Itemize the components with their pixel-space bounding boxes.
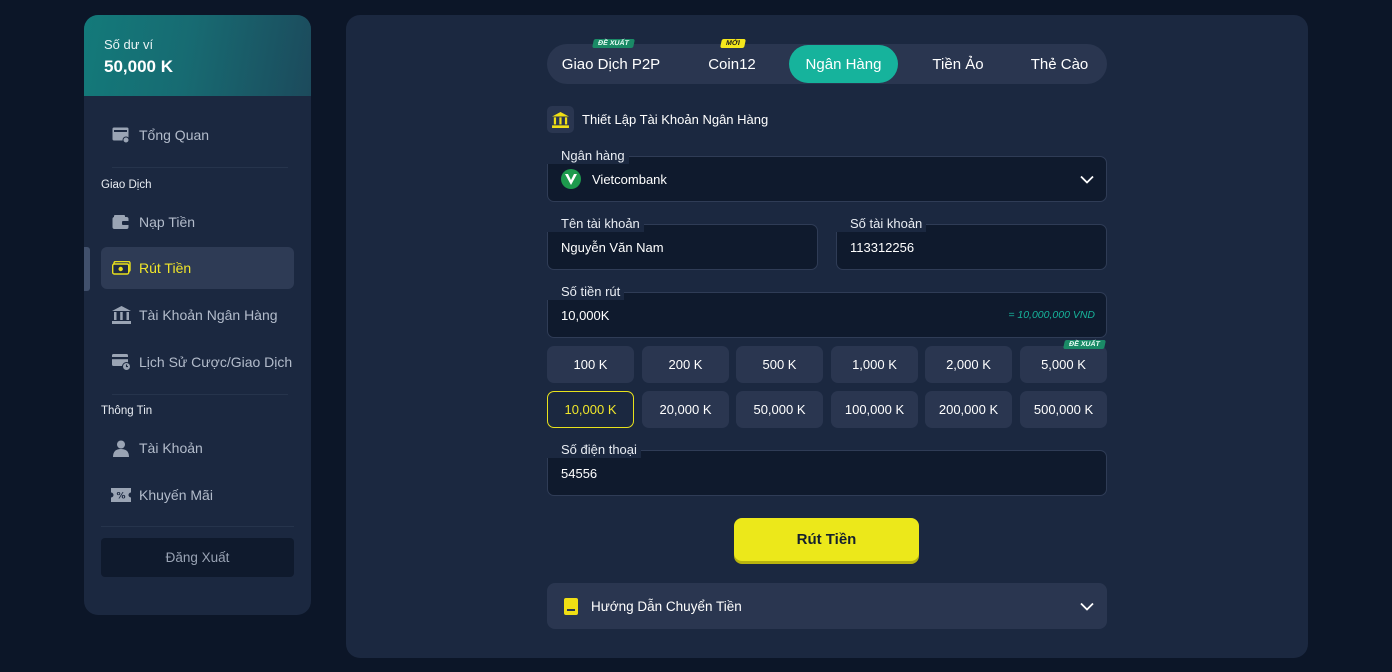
tab-label: Ngân Hàng [805, 55, 882, 73]
chevron-down-icon [1080, 172, 1094, 187]
sidebar-item-history[interactable]: Lịch Sử Cược/Giao Dịch [101, 341, 294, 383]
svg-text:%: % [116, 492, 125, 502]
amount-preset-button[interactable]: 1,000 K [831, 346, 918, 383]
balance-value: 50,000 K [104, 57, 173, 76]
sidebar-item-label: Lịch Sử Cược/Giao Dịch [139, 354, 293, 370]
recommended-badge: ĐỀ XUẤT [1063, 340, 1106, 349]
amount-conversion-hint: = 10,000,000 VND [1008, 309, 1095, 321]
card-history-icon [111, 352, 131, 372]
amount-preset-label: 10,000 K [564, 402, 617, 417]
sidebar-item-overview[interactable]: Tổng Quan [101, 114, 294, 156]
sidebar-item-label: Rút Tiền [139, 260, 192, 276]
sidebar-item-label: Tài Khoản [139, 440, 203, 456]
sidebar: Số dư ví 50,000 K Tổng Quan Giao Dịch Nạ… [84, 15, 311, 615]
cash-icon [111, 258, 131, 278]
amount-preset-button[interactable]: 500 K [736, 346, 823, 383]
amount-preset-label: 2,000 K [946, 357, 991, 372]
dashboard-icon [111, 125, 131, 145]
bank-select-value: Vietcombank [592, 171, 667, 187]
amount-preset-button[interactable]: 2,000 K [925, 346, 1012, 383]
chevron-down-icon [1080, 599, 1094, 614]
amount-preset-button[interactable]: 200 K [642, 346, 729, 383]
phone-value: 54556 [561, 465, 598, 481]
tab-coin12[interactable]: Coin12 MỚI [675, 39, 789, 84]
section-label-transactions: Giao Dịch [101, 179, 152, 191]
amount-label: Số tiền rút [547, 284, 625, 300]
account-name-label: Tên tài khoản [547, 216, 644, 232]
active-indicator [84, 247, 90, 291]
transfer-guide-accordion[interactable]: Hướng Dẫn Chuyển Tiền [547, 583, 1107, 629]
tab-crypto[interactable]: Tiền Ảo [904, 44, 1012, 84]
amount-preset-label: 5,000 K [1041, 357, 1086, 372]
document-icon [564, 597, 578, 615]
sidebar-item-account[interactable]: Tài Khoản [101, 427, 294, 469]
divider [101, 526, 294, 527]
sidebar-item-bank-accounts[interactable]: Tài Khoản Ngân Hàng [101, 294, 294, 336]
new-badge: MỚI [720, 39, 746, 48]
amount-preset-label: 20,000 K [659, 402, 712, 417]
amount-preset-button[interactable]: 20,000 K [642, 391, 729, 428]
main-panel: Giao Dịch P2P ĐỀ XUẤT Coin12 MỚI Ngân Hà… [346, 15, 1308, 658]
amount-field[interactable]: 10,000K = 10,000,000 VND [547, 292, 1107, 338]
recommended-badge: ĐỀ XUẤT [592, 39, 635, 48]
tab-label: Giao Dịch P2P [561, 55, 661, 73]
account-name-value: Nguyễn Văn Nam [561, 239, 664, 255]
sidebar-item-label: Tài Khoản Ngân Hàng [139, 307, 278, 323]
amount-preset-label: 500,000 K [1033, 402, 1094, 417]
section-label-info: Thông Tin [101, 405, 153, 417]
sidebar-item-deposit[interactable]: Nạp Tiền [101, 201, 294, 243]
wallet-icon [111, 212, 131, 232]
bank-icon [547, 106, 574, 133]
amount-preset-button-selected[interactable]: 10,000 K [547, 391, 634, 428]
divider [112, 394, 288, 395]
amount-preset-button[interactable]: 5,000 K ĐỀ XUẤT [1020, 340, 1107, 383]
bank-select[interactable]: Vietcombank [547, 156, 1107, 202]
tab-label: Thẻ Cào [1030, 55, 1089, 73]
amount-preset-label: 100 K [573, 357, 608, 372]
sidebar-item-withdraw[interactable]: Rút Tiền [101, 247, 294, 289]
amount-preset-button[interactable]: 100 K [547, 346, 634, 383]
tab-label: Coin12 [708, 55, 756, 73]
payment-method-tabs: Giao Dịch P2P ĐỀ XUẤT Coin12 MỚI Ngân Hà… [547, 39, 1107, 84]
amount-preset-label: 1,000 K [852, 357, 897, 372]
amount-preset-label: 200 K [668, 357, 703, 372]
amount-preset-button[interactable]: 200,000 K [925, 391, 1012, 428]
bank-setup-header: Thiết Lập Tài Khoản Ngân Hàng [547, 106, 768, 133]
sidebar-item-label: Tổng Quan [139, 127, 210, 143]
amount-preset-label: 500 K [762, 357, 797, 372]
tab-label: Tiền Ảo [932, 55, 984, 73]
divider [112, 167, 288, 168]
amount-preset-label: 200,000 K [938, 402, 999, 417]
phone-label: Số điện thoại [547, 442, 641, 458]
tab-scratch-card[interactable]: Thẻ Cào [1012, 44, 1107, 84]
amount-preset-button[interactable]: 500,000 K [1020, 391, 1107, 428]
sidebar-item-label: Nạp Tiền [139, 214, 196, 230]
user-icon [111, 438, 131, 458]
logout-button[interactable]: Đăng Xuất [101, 538, 294, 577]
tab-p2p[interactable]: Giao Dịch P2P ĐỀ XUẤT [547, 39, 675, 84]
amount-preset-button[interactable]: 50,000 K [736, 391, 823, 428]
amount-preset-label: 100,000 K [844, 402, 905, 417]
vietcombank-logo-icon [561, 169, 581, 189]
account-number-label: Số tài khoản [836, 216, 927, 232]
sidebar-item-promotions[interactable]: % Khuyến Mãi [101, 474, 294, 516]
amount-preset-label: 50,000 K [753, 402, 806, 417]
amount-preset-button[interactable]: 100,000 K [831, 391, 918, 428]
bank-label: Ngân hàng [547, 148, 629, 164]
wallet-balance-card: Số dư ví 50,000 K [84, 15, 311, 96]
sidebar-item-label: Khuyến Mãi [139, 487, 213, 503]
bank-icon [111, 305, 131, 325]
tab-bank[interactable]: Ngân Hàng [789, 45, 898, 83]
ticket-icon: % [111, 485, 131, 505]
transfer-guide-label: Hướng Dẫn Chuyển Tiền [591, 598, 742, 614]
amount-value: 10,000K [561, 307, 610, 323]
section-title: Thiết Lập Tài Khoản Ngân Hàng [582, 112, 769, 127]
balance-label: Số dư ví [104, 37, 154, 52]
withdraw-submit-button[interactable]: Rút Tiền [734, 518, 919, 561]
account-number-value: 113312256 [850, 239, 915, 255]
